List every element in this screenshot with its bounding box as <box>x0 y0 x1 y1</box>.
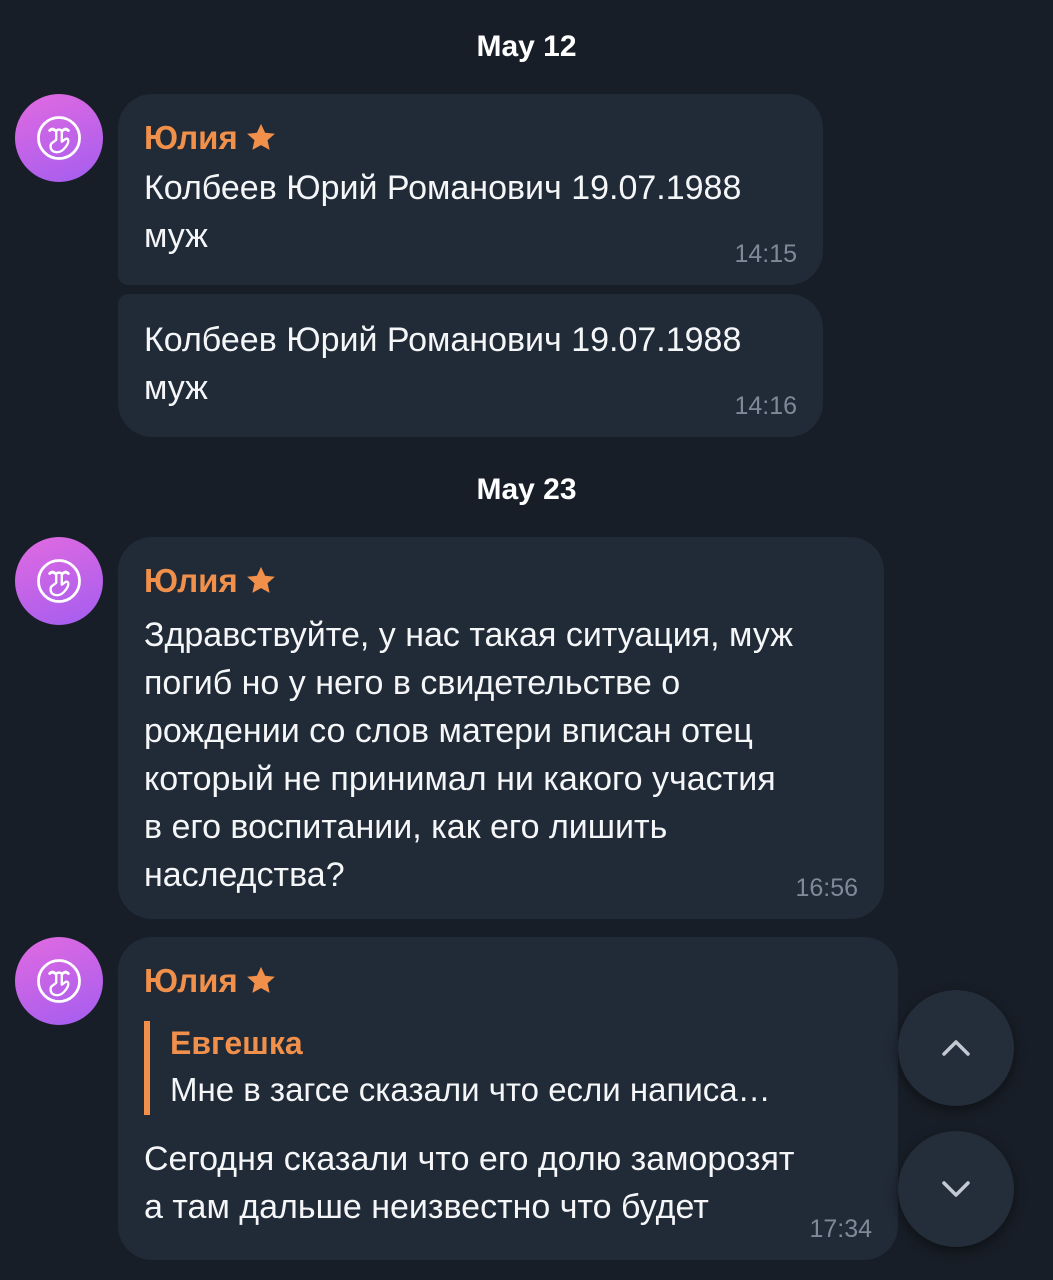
avatar[interactable] <box>15 937 103 1025</box>
message-bubble[interactable]: Колбеев Юрий Романович 19.07.1988 муж 14… <box>118 294 823 437</box>
message-time: 16:56 <box>795 874 858 902</box>
chevron-down-icon <box>942 1181 970 1197</box>
sender-name[interactable]: Юлия <box>144 561 858 601</box>
sender-name-label: Юлия <box>144 962 238 999</box>
avatar[interactable] <box>15 94 103 182</box>
date-separator: May 12 <box>476 30 577 63</box>
message-bubble[interactable]: Юлия Евгешка Мне в загсе сказали что есл… <box>118 937 898 1260</box>
shush-face-icon <box>31 953 87 1009</box>
message-time: 14:16 <box>734 392 797 420</box>
reply-author: Евгешка <box>170 1025 303 1061</box>
message-text: Колбеев Юрий Романович 19.07.1988 муж <box>144 321 742 407</box>
star-icon <box>244 564 278 598</box>
message-text: Сегодня сказали что его долю заморозят а… <box>144 1140 795 1226</box>
scroll-up-button[interactable] <box>898 990 1014 1106</box>
message-time: 14:15 <box>734 240 797 268</box>
sender-name-label: Юлия <box>144 119 238 156</box>
reply-quote[interactable]: Евгешка Мне в загсе сказали что если нап… <box>144 1021 872 1115</box>
chat-history[interactable]: May 12 Юлия Колбеев Юрий Романович 19.07… <box>0 0 1053 1280</box>
message-text: Здравствуйте, у нас такая ситуация, муж … <box>144 616 793 894</box>
sender-name-label: Юлия <box>144 562 238 599</box>
message-time: 17:34 <box>809 1215 872 1243</box>
date-separator: May 23 <box>476 473 577 506</box>
shush-face-icon <box>31 553 87 609</box>
message-text: Колбеев Юрий Романович 19.07.1988 муж <box>144 169 742 255</box>
chevron-up-icon <box>942 1040 970 1056</box>
scroll-down-button[interactable] <box>898 1131 1014 1247</box>
sender-name[interactable]: Юлия <box>144 961 872 1001</box>
shush-face-icon <box>31 110 87 166</box>
message-bubble[interactable]: Юлия Колбеев Юрий Романович 19.07.1988 м… <box>118 94 823 285</box>
sender-name[interactable]: Юлия <box>144 118 797 158</box>
message-bubble[interactable]: Юлия Здравствуйте, у нас такая ситуация,… <box>118 537 884 919</box>
avatar[interactable] <box>15 537 103 625</box>
reply-snippet: Мне в загсе сказали что если написа… <box>170 1071 771 1108</box>
star-icon <box>244 964 278 998</box>
star-icon <box>244 121 278 155</box>
